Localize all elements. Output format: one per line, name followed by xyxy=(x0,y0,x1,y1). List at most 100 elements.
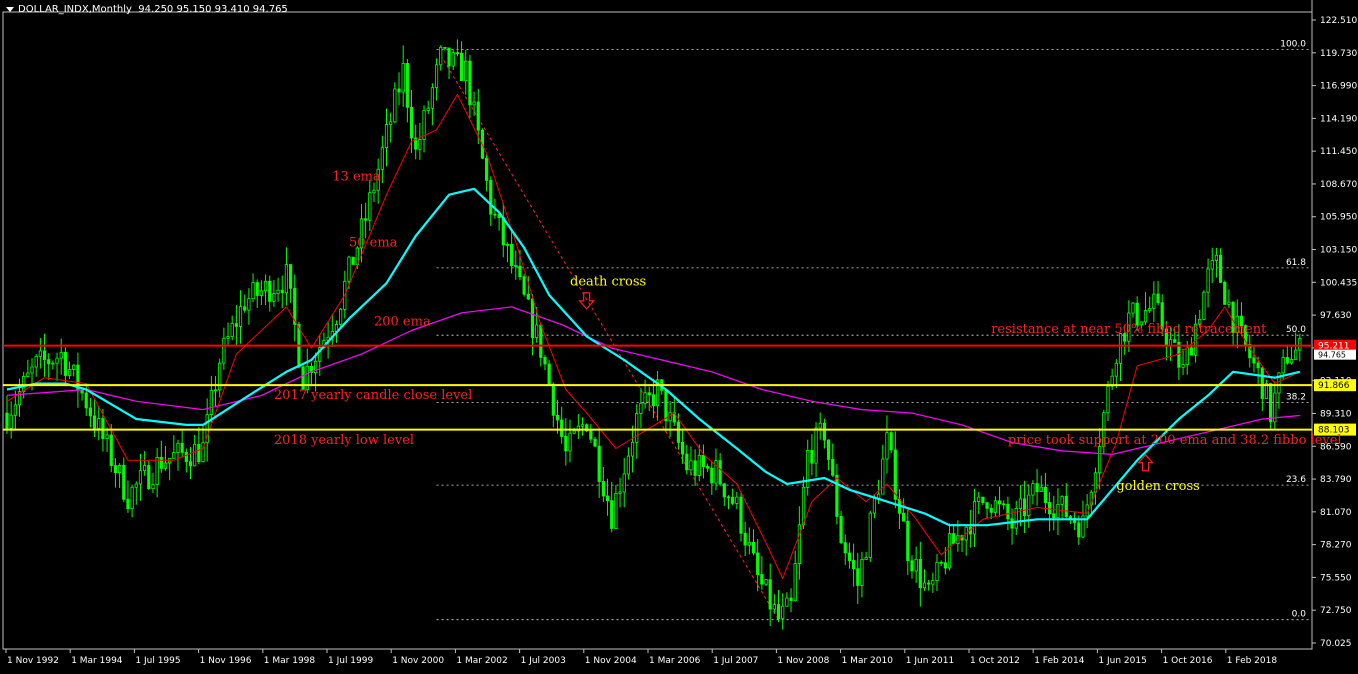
candle-body xyxy=(464,60,468,81)
candle-body xyxy=(1181,364,1185,368)
candle-body xyxy=(92,415,97,429)
candle-body xyxy=(751,541,756,554)
candle-body xyxy=(1260,367,1264,399)
fibo-level-label: 61.8 xyxy=(1286,258,1306,268)
x-tick-label: 1 Nov 1996 xyxy=(200,656,252,666)
candle-body xyxy=(1298,337,1302,351)
candle-body xyxy=(839,516,843,544)
candle-body xyxy=(1114,362,1118,377)
ohlc-readout: 94.250 95.150 93.410 94.765 xyxy=(138,4,288,15)
x-tick-label: 1 Nov 1992 xyxy=(7,656,59,666)
x-tick-label: 1 Nov 2000 xyxy=(392,656,444,666)
candle-body xyxy=(1064,495,1068,517)
annotation-label: 50 ema xyxy=(349,236,398,251)
candle-body xyxy=(172,452,176,459)
candle-body xyxy=(468,60,472,106)
candle-body xyxy=(1256,362,1260,369)
candle-body xyxy=(927,582,931,585)
candle-body xyxy=(543,357,547,365)
candle-body xyxy=(384,124,389,149)
candle-body xyxy=(268,280,272,302)
x-tick-label: 1 Mar 1994 xyxy=(71,656,123,666)
candle-body xyxy=(555,414,560,421)
candle-body xyxy=(989,507,993,513)
candle-body xyxy=(881,458,885,495)
symbol-label: DOLLAR_INDX,Monthly xyxy=(18,4,132,15)
candle-body xyxy=(193,443,197,467)
candle-body xyxy=(1056,504,1060,519)
y-tick-label: 78.270 xyxy=(1320,541,1352,551)
candle-body xyxy=(47,359,51,365)
x-tick-label: 1 Nov 2008 xyxy=(777,656,829,666)
candle-body xyxy=(163,462,168,469)
candle-body xyxy=(564,435,568,452)
candle-body xyxy=(797,524,801,565)
candle-body xyxy=(539,324,543,358)
candle-body xyxy=(635,413,639,443)
candle-body xyxy=(756,552,760,575)
candle-body xyxy=(230,323,234,337)
candle-body xyxy=(38,350,42,357)
chart-header: DOLLAR_INDX,Monthly 94.250 95.150 93.410… xyxy=(6,4,288,15)
candle-body xyxy=(1093,472,1098,493)
candle-body xyxy=(130,486,134,510)
candle-body xyxy=(476,101,480,131)
candle-body xyxy=(510,243,514,266)
candle-body xyxy=(1027,494,1031,516)
candle-body xyxy=(143,465,147,472)
candle-body xyxy=(301,366,305,391)
candle-body xyxy=(580,424,585,427)
candle-body xyxy=(101,418,105,439)
candle-body xyxy=(97,418,101,429)
candle-body xyxy=(1148,307,1152,311)
fibo-level-label: 38.2 xyxy=(1286,392,1306,402)
candle-body xyxy=(238,306,243,327)
annotation-label: death cross xyxy=(570,275,646,290)
candle-body xyxy=(822,422,827,441)
candle-body xyxy=(1185,347,1189,365)
candle-body xyxy=(243,306,247,311)
candle-body xyxy=(1218,254,1223,283)
candle-body xyxy=(718,460,722,485)
candle-body xyxy=(651,394,656,407)
candle-body xyxy=(1002,503,1006,506)
candle-body xyxy=(547,363,551,385)
candle-body xyxy=(88,407,93,417)
candle-body xyxy=(9,414,13,429)
x-tick-label: 1 Jun 2015 xyxy=(1098,656,1146,666)
candle-body xyxy=(418,139,422,150)
candle-body xyxy=(351,256,355,265)
candle-body xyxy=(213,389,218,392)
candle-body xyxy=(689,460,693,471)
candle-body xyxy=(630,441,635,457)
candle-body xyxy=(1039,486,1043,493)
candle-body xyxy=(918,559,922,589)
candle-body xyxy=(593,438,597,447)
candle-body xyxy=(176,442,180,453)
y-tick-label: 103.150 xyxy=(1320,246,1357,256)
candle-body xyxy=(197,443,201,463)
candle-body xyxy=(347,256,351,282)
candle-body xyxy=(681,441,685,455)
candle-body xyxy=(1143,310,1148,323)
candle-body xyxy=(426,107,430,111)
candle-body xyxy=(443,46,447,49)
x-tick-label: 1 Jul 2003 xyxy=(521,656,566,666)
candle-body xyxy=(835,474,839,517)
fibo-trend-line xyxy=(440,55,779,620)
price-chart[interactable]: 122.510 119.730 116.990 114.190 111.450 108.6… xyxy=(0,0,1358,670)
candle-body xyxy=(526,293,530,300)
candle-body xyxy=(714,460,718,484)
x-tick-label: 1 Nov 2004 xyxy=(585,656,637,666)
candle-body xyxy=(209,389,213,416)
dropdown-triangle-icon[interactable] xyxy=(6,6,14,12)
candle-body xyxy=(397,88,401,93)
candle-body xyxy=(26,372,30,377)
candle-body xyxy=(51,362,55,365)
candle-body xyxy=(706,466,710,469)
candle-body xyxy=(447,47,451,67)
candle-body xyxy=(931,580,935,585)
x-tick-label: 1 Feb 2018 xyxy=(1227,656,1278,666)
yearly-close-badge-label: 91.866 xyxy=(1318,381,1350,391)
candle-body xyxy=(364,218,368,221)
